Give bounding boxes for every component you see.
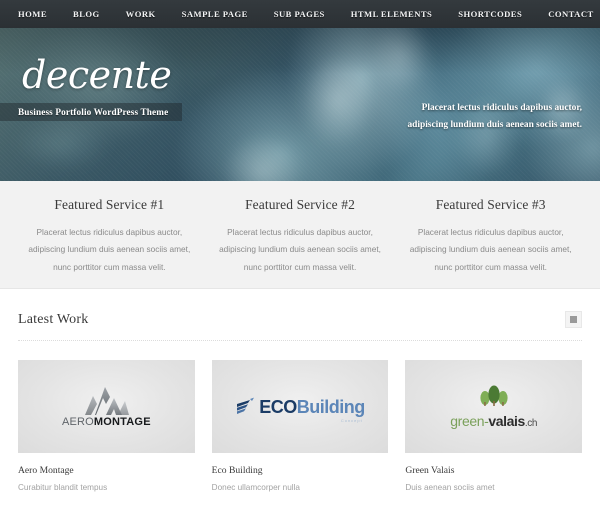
main-navigation-bar: HOME BLOG WORK SAMPLE PAGE SUB PAGES HTM… <box>0 0 600 28</box>
work-item-title[interactable]: Eco Building <box>212 465 389 476</box>
nav-list: HOME BLOG WORK SAMPLE PAGE SUB PAGES HTM… <box>18 9 600 19</box>
eco-building-logo: ECOBuilding Concept <box>235 396 365 423</box>
work-thumbnail-green-valais[interactable]: green-valais.ch <box>405 360 583 453</box>
nav-item-sample-page[interactable]: SAMPLE PAGE <box>169 9 261 19</box>
hero-banner: decente Business Portfolio WordPress The… <box>0 28 600 181</box>
grid-square-icon[interactable] <box>565 311 582 328</box>
nav-item-blog[interactable]: BLOG <box>60 9 113 19</box>
eco-building-word-2: Building <box>296 396 365 417</box>
nav-item-home[interactable]: HOME <box>18 9 60 19</box>
site-logo-text: decente <box>22 53 172 97</box>
featured-service-1-title: Featured Service #1 <box>54 197 165 212</box>
green-valais-word-1: green- <box>450 412 489 429</box>
work-thumbnail-aero-montage[interactable]: AEROMONTAGE <box>18 360 195 453</box>
hero-caption: Placerat lectus ridiculus dapibus auctor… <box>322 100 582 135</box>
green-valais-trees-icon <box>480 385 508 406</box>
featured-service-3-text: Placerat lectus ridiculus dapibus auctor… <box>409 227 572 272</box>
green-valais-logo: green-valais.ch <box>450 385 537 429</box>
latest-work-section: Latest Work AEROMONTAGE Aero Montage Cur… <box>0 289 600 492</box>
featured-service-1-text: Placerat lectus ridiculus dapibus auctor… <box>28 227 191 272</box>
latest-work-grid: AEROMONTAGE Aero Montage Curabitur bland… <box>18 341 583 492</box>
green-valais-wordmark: green-valais.ch <box>450 414 537 429</box>
nav-item-contact[interactable]: CONTACT <box>535 9 600 19</box>
site-logo-block[interactable]: decente Business Portfolio WordPress The… <box>0 53 183 121</box>
latest-work-header: Latest Work <box>18 311 582 341</box>
page-root: HOME BLOG WORK SAMPLE PAGE SUB PAGES HTM… <box>0 0 600 511</box>
green-valais-word-3: .ch <box>524 417 538 429</box>
aero-montage-mark-icon <box>85 387 130 415</box>
work-thumbnail-eco-building[interactable]: ECOBuilding Concept <box>211 360 389 453</box>
featured-service-3-title: Featured Service #3 <box>435 197 546 212</box>
nav-item-html-elements[interactable]: HTML ELEMENTS <box>338 9 446 19</box>
work-item: ECOBuilding Concept Eco Building Donec u… <box>211 360 389 492</box>
featured-service-2: Featured Service #2 Placerat lectus ridi… <box>205 197 396 288</box>
eco-building-subtitle: Concept <box>340 417 363 423</box>
featured-service-1: Featured Service #1 Placerat lectus ridi… <box>14 197 205 288</box>
work-item: green-valais.ch Green Valais Duis aenean… <box>405 360 583 492</box>
nav-item-sub-pages[interactable]: SUB PAGES <box>261 9 338 19</box>
work-item-title[interactable]: Green Valais <box>405 465 582 476</box>
featured-service-2-title: Featured Service #2 <box>245 197 355 212</box>
featured-services-section: Featured Service #1 Placerat lectus ridi… <box>0 181 600 289</box>
aero-montage-word-1: AERO <box>61 416 94 428</box>
green-valais-word-2: valais <box>488 412 525 429</box>
nav-item-shortcodes[interactable]: SHORTCODES <box>445 9 535 19</box>
aero-montage-logo: AEROMONTAGE <box>62 385 151 428</box>
hero-caption-line-1: Placerat lectus ridiculus dapibus auctor… <box>421 103 582 113</box>
work-item-title[interactable]: Aero Montage <box>18 465 195 476</box>
latest-work-heading: Latest Work <box>18 311 89 327</box>
featured-service-2-text: Placerat lectus ridiculus dapibus auctor… <box>219 227 381 272</box>
work-item: AEROMONTAGE Aero Montage Curabitur bland… <box>18 360 195 492</box>
nav-item-work[interactable]: WORK <box>113 9 169 19</box>
site-tagline: Business Portfolio WordPress Theme <box>0 103 183 121</box>
work-item-description: Donec ullamcorper nulla <box>211 483 300 492</box>
hero-content: decente Business Portfolio WordPress The… <box>0 28 600 181</box>
featured-service-3: Featured Service #3 Placerat lectus ridi… <box>395 197 586 288</box>
eco-building-mark-icon <box>237 397 255 414</box>
aero-montage-wordmark: AEROMONTAGE <box>62 417 151 428</box>
grid-square-icon-glyph <box>570 316 577 323</box>
work-item-description: Curabitur blandit tempus <box>18 483 108 492</box>
eco-building-word-1: ECO <box>259 396 297 417</box>
aero-montage-word-2: MONTAGE <box>93 416 151 428</box>
hero-caption-line-2: adipiscing lundium duis aenean sociis am… <box>407 120 582 131</box>
work-item-description: Duis aenean sociis amet <box>405 483 495 492</box>
eco-building-wordmark: ECOBuilding Concept <box>259 396 365 423</box>
